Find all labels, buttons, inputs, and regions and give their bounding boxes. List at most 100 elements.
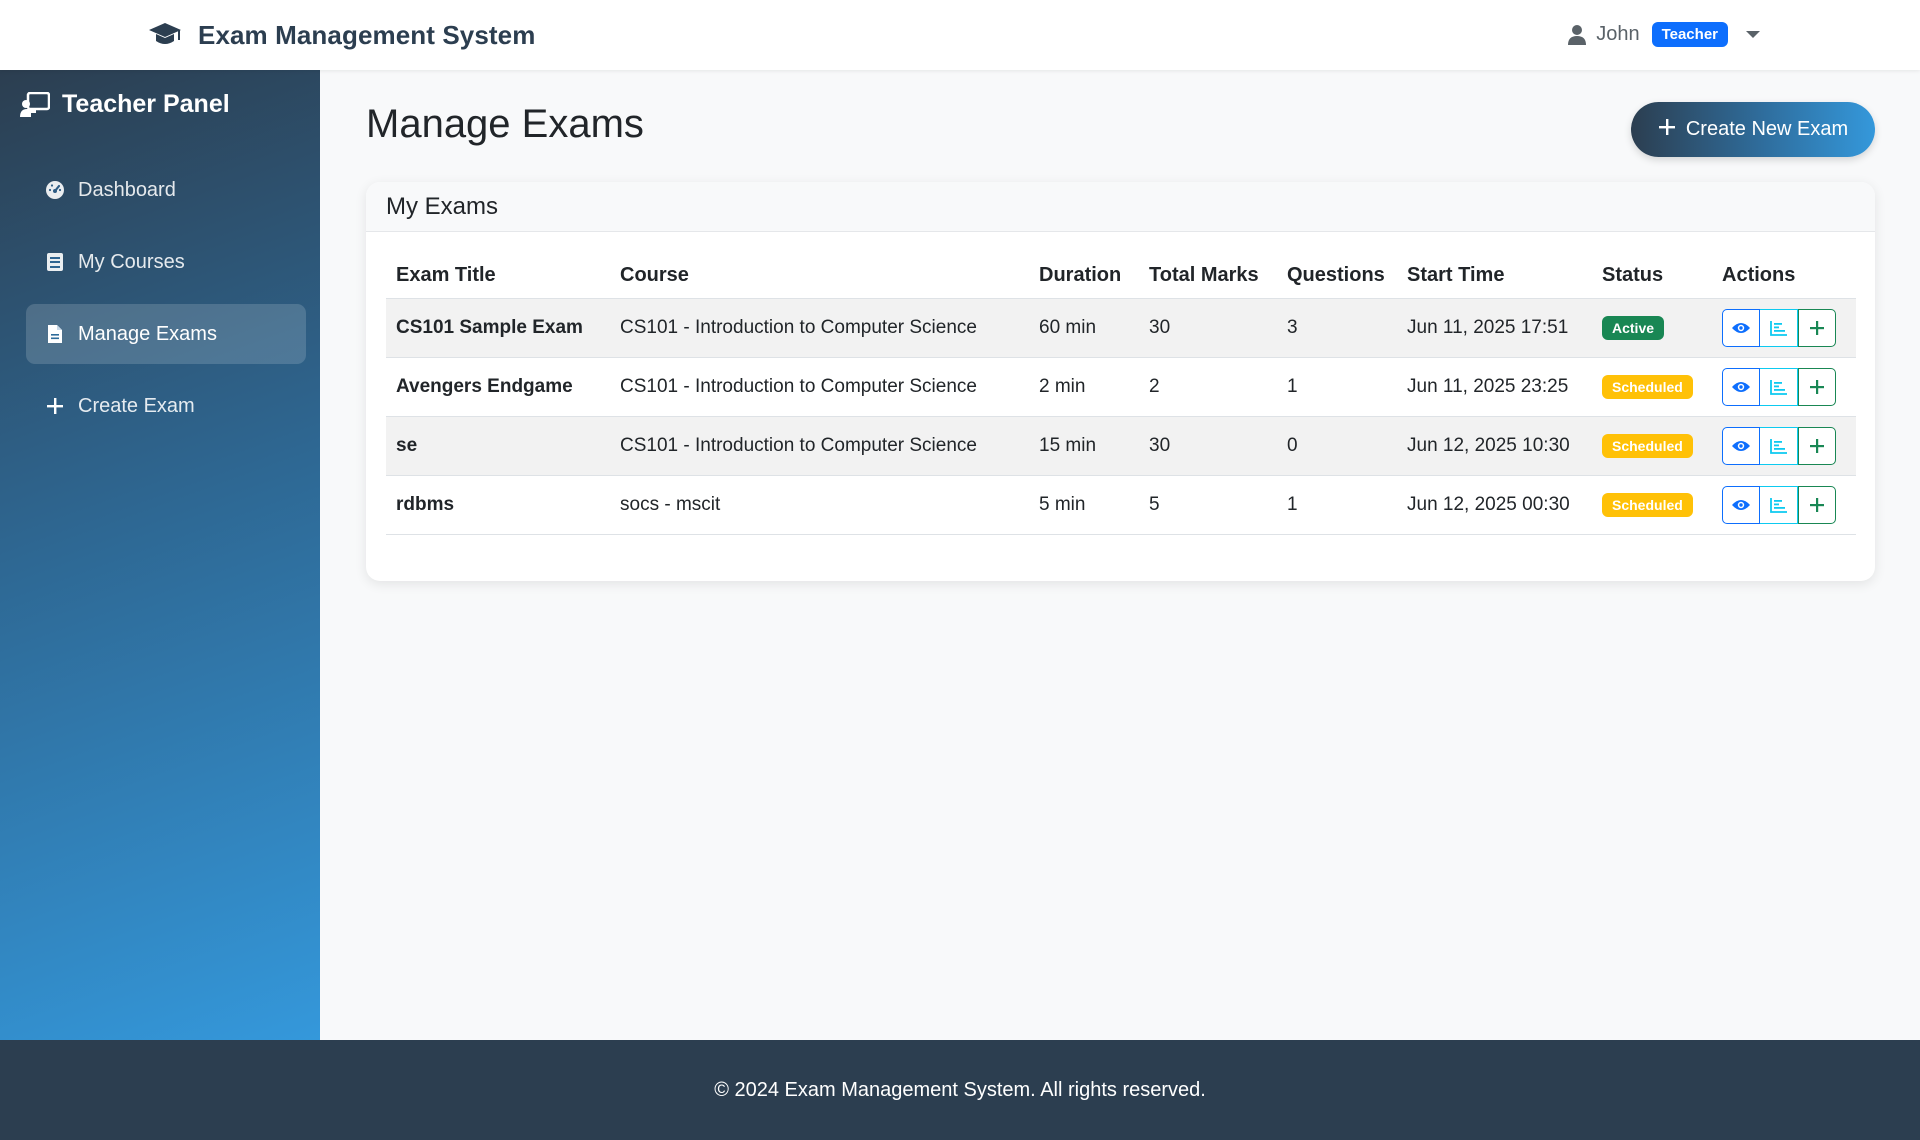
sidebar-nav: Dashboard My Courses Manage Exams Create… (26, 160, 306, 448)
course-cell: CS101 - Introduction to Computer Science (610, 298, 1029, 358)
add-question-button[interactable] (1798, 367, 1836, 406)
course-cell: socs - mscit (610, 475, 1029, 535)
eye-icon (1732, 440, 1750, 451)
exam-title-cell: Avengers Endgame (386, 357, 610, 417)
total-marks-cell: 5 (1139, 475, 1277, 535)
actions-cell (1712, 298, 1856, 358)
bar-chart-icon (1769, 320, 1787, 336)
actions-cell (1712, 416, 1856, 476)
user-name: John (1596, 23, 1640, 45)
status-cell: Active (1592, 298, 1712, 358)
copyright-text: © 2024 Exam Management System. All right… (714, 1078, 1206, 1101)
sidebar-item-manage-exams[interactable]: Manage Exams (26, 304, 306, 364)
plus-icon (1810, 438, 1824, 453)
sidebar-item-create-exam[interactable]: Create Exam (26, 376, 306, 436)
brand[interactable]: Exam Management System (148, 18, 535, 52)
sidebar-item-label: Create Exam (78, 394, 195, 417)
status-cell: Scheduled (1592, 357, 1712, 417)
column-header-actions: Actions (1712, 254, 1856, 299)
exam-title-cell: CS101 Sample Exam (386, 298, 610, 358)
bar-chart-icon (1769, 438, 1787, 454)
sidebar-item-dashboard[interactable]: Dashboard (26, 160, 306, 220)
exam-title-cell: rdbms (386, 475, 610, 535)
page-title: Manage Exams (366, 102, 644, 146)
view-exam-button[interactable] (1722, 426, 1760, 465)
sidebar-header: Teacher Panel (20, 90, 230, 119)
actions-cell (1712, 357, 1856, 417)
total-marks-cell: 2 (1139, 357, 1277, 417)
book-icon (44, 251, 66, 273)
start-time-cell: Jun 12, 2025 10:30 (1397, 416, 1592, 476)
actions-cell (1712, 475, 1856, 535)
table-row: se CS101 - Introduction to Computer Scie… (386, 416, 1856, 476)
plus-icon (1810, 379, 1824, 394)
action-button-group (1722, 308, 1836, 347)
add-question-button[interactable] (1798, 308, 1836, 347)
create-new-exam-label: Create New Exam (1685, 118, 1849, 140)
action-button-group (1722, 426, 1836, 465)
action-button-group (1722, 367, 1836, 406)
questions-cell: 1 (1277, 475, 1397, 535)
table-header-row: Exam Title Course Duration Total Marks Q… (386, 254, 1856, 299)
my-exams-card: My Exams Exam Title Course Duration Tota… (366, 182, 1875, 581)
card-title: My Exams (386, 192, 499, 220)
exam-results-button[interactable] (1760, 367, 1798, 406)
chevron-down-icon (1746, 31, 1760, 38)
top-navbar: Exam Management System John Teacher (0, 0, 1920, 70)
add-question-button[interactable] (1798, 426, 1836, 465)
user-icon (1566, 23, 1588, 47)
duration-cell: 5 min (1029, 475, 1139, 535)
main-content: Manage Exams Create New Exam My Exams Ex… (320, 70, 1920, 1040)
graduation-cap-icon (148, 18, 182, 52)
exam-results-button[interactable] (1760, 426, 1798, 465)
card-header: My Exams (366, 182, 1875, 232)
eye-icon (1732, 499, 1750, 510)
view-exam-button[interactable] (1722, 308, 1760, 347)
user-menu-dropdown[interactable]: John Teacher (1566, 22, 1760, 47)
view-exam-button[interactable] (1722, 485, 1760, 524)
plus-icon (44, 395, 66, 417)
total-marks-cell: 30 (1139, 416, 1277, 476)
start-time-cell: Jun 11, 2025 17:51 (1397, 298, 1592, 358)
column-header-questions: Questions (1277, 254, 1397, 299)
view-exam-button[interactable] (1722, 367, 1760, 406)
brand-title: Exam Management System (198, 19, 536, 50)
sidebar-item-my-courses[interactable]: My Courses (26, 232, 306, 292)
course-cell: CS101 - Introduction to Computer Science (610, 416, 1029, 476)
plus-icon (1810, 320, 1824, 335)
table-row: CS101 Sample Exam CS101 - Introduction t… (386, 298, 1856, 358)
exam-results-button[interactable] (1760, 485, 1798, 524)
exam-results-button[interactable] (1760, 308, 1798, 347)
column-header-status: Status (1592, 254, 1712, 299)
column-header-start-time: Start Time (1397, 254, 1592, 299)
sidebar-title: Teacher Panel (62, 90, 230, 118)
add-question-button[interactable] (1798, 485, 1836, 524)
duration-cell: 60 min (1029, 298, 1139, 358)
create-new-exam-button[interactable]: Create New Exam (1631, 102, 1875, 157)
bar-chart-icon (1769, 379, 1787, 395)
sidebar: Teacher Panel Dashboard My Courses Manag… (0, 70, 320, 1040)
questions-cell: 0 (1277, 416, 1397, 476)
column-header-course: Course (610, 254, 1029, 299)
sidebar-item-label: Manage Exams (78, 322, 217, 345)
sidebar-item-label: My Courses (78, 250, 185, 273)
chalkboard-teacher-icon (20, 91, 50, 119)
eye-icon (1732, 381, 1750, 392)
column-header-exam-title: Exam Title (386, 254, 610, 299)
role-badge: Teacher (1651, 22, 1728, 47)
status-badge: Scheduled (1602, 374, 1693, 399)
action-button-group (1722, 485, 1836, 524)
table-row: rdbms socs - mscit 5 min 5 1 Jun 12, 202… (386, 475, 1856, 535)
status-badge: Active (1602, 315, 1665, 340)
status-badge: Scheduled (1602, 492, 1693, 517)
gauge-icon (44, 179, 66, 201)
questions-cell: 3 (1277, 298, 1397, 358)
file-icon (44, 323, 66, 345)
footer: © 2024 Exam Management System. All right… (0, 1040, 1920, 1140)
status-cell: Scheduled (1592, 475, 1712, 535)
duration-cell: 15 min (1029, 416, 1139, 476)
table-row: Avengers Endgame CS101 - Introduction to… (386, 357, 1856, 417)
questions-cell: 1 (1277, 357, 1397, 417)
sidebar-item-label: Dashboard (78, 178, 176, 201)
column-header-duration: Duration (1029, 254, 1139, 299)
